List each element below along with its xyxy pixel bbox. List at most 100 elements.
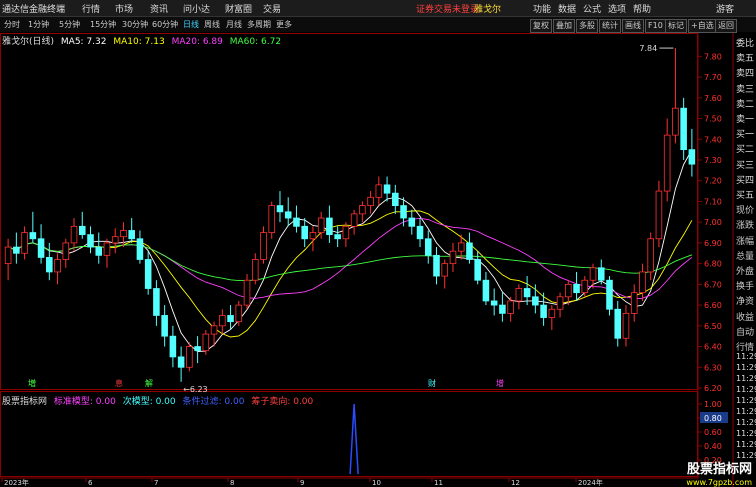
menu-news[interactable]: 资讯: [150, 2, 168, 15]
candle-body: [136, 238, 144, 260]
ind-b: 次模型: 0.00: [122, 397, 176, 407]
candle-body: [284, 211, 292, 219]
menu-options[interactable]: 选项: [608, 2, 626, 15]
tf-daily[interactable]: 日线: [183, 19, 199, 30]
tf-weekly[interactable]: 周线: [204, 19, 220, 30]
menu-help[interactable]: 帮助: [633, 2, 651, 15]
orderbook-label: 自动: [736, 327, 755, 338]
multi-stock-button[interactable]: 多股: [576, 19, 598, 33]
legend-stock: 雅戈尔(日线): [2, 37, 55, 47]
tf-1m[interactable]: 1分钟: [28, 19, 49, 30]
tf-30m[interactable]: 30分钟: [122, 19, 148, 30]
legend-ma10: MA10: 7.13: [113, 37, 165, 47]
candle-body: [350, 213, 358, 227]
ind-y-tick-label: 1.00: [704, 400, 722, 409]
y-tick-label: 6.50: [704, 322, 722, 331]
tf-more[interactable]: 更多: [276, 19, 292, 30]
y-tick-label: 7.60: [704, 94, 722, 103]
candle-body: [474, 259, 481, 281]
orderbook-label: 买五: [736, 191, 755, 201]
tf-monthly[interactable]: 月线: [226, 19, 242, 30]
x-tick-label: 2024年: [578, 478, 603, 487]
candle-body: [120, 230, 127, 238]
indicator-spike: [349, 403, 359, 475]
candle-body: [540, 304, 547, 318]
candle-body: [573, 283, 580, 294]
candle-body: [630, 292, 638, 314]
y-tick-label: 7.30: [704, 156, 722, 165]
y-tick-label: 6.20: [704, 384, 722, 393]
legend-ma60: MA60: 6.72: [229, 37, 282, 47]
add-watchlist-button[interactable]: +自选: [688, 19, 717, 33]
candle-body: [424, 238, 432, 256]
candle-body: [95, 246, 103, 256]
legend-ma5: MA5: 7.32: [60, 37, 107, 47]
candle-body: [317, 217, 325, 233]
back-button[interactable]: 返回: [715, 19, 737, 33]
orderbook-label: 净资: [736, 297, 755, 308]
candle-body: [548, 308, 556, 318]
candle-body: [227, 315, 234, 323]
menu-trade[interactable]: 交易: [263, 2, 281, 15]
orderbook-label: 卖五: [736, 54, 755, 65]
orderbook-label: 卖一: [736, 115, 755, 125]
user-label[interactable]: 游客: [716, 2, 734, 15]
menu-wealth[interactable]: 财富圈: [225, 2, 252, 15]
main-pane-frame: [0, 33, 698, 390]
candle-body: [680, 107, 687, 151]
orderbook-label: 买一: [736, 130, 755, 141]
candle-body: [581, 279, 589, 294]
candle-body: [326, 217, 333, 236]
stats-button[interactable]: 统计: [599, 19, 621, 33]
ind-y-tick-label: 0.40: [704, 442, 722, 451]
y-tick-label: 7.20: [704, 177, 722, 186]
f10-button[interactable]: F10: [645, 19, 666, 33]
fuquan-button[interactable]: 复权: [530, 19, 552, 33]
orderbook-label: 换手: [736, 282, 755, 293]
x-tick-label: 10: [372, 479, 381, 487]
tf-multi[interactable]: 多周期: [247, 19, 271, 30]
ind-y-tick-label: 0.60: [704, 428, 722, 437]
candle-body: [103, 242, 111, 256]
candle-body: [111, 236, 119, 244]
tf-tick[interactable]: 分时: [4, 19, 20, 30]
y-tick-label: 6.70: [704, 280, 722, 289]
menu-function[interactable]: 功能: [533, 2, 551, 15]
time-label: 11:29: [736, 396, 756, 405]
candle-body: [268, 205, 276, 233]
draw-button[interactable]: 画线: [622, 19, 644, 33]
candle-body: [466, 242, 473, 260]
candle-body: [433, 254, 440, 277]
candle-body: [301, 225, 308, 240]
y-tick-label: 7.80: [704, 52, 722, 61]
tf-5m[interactable]: 5分钟: [59, 19, 80, 30]
menu-wenxiaoda[interactable]: 问小达: [183, 2, 210, 15]
ma60-line: [7, 242, 693, 282]
orderbook-label: 收益: [736, 312, 755, 323]
candle-body: [523, 288, 531, 298]
tf-15m[interactable]: 15分钟: [90, 19, 116, 30]
candle-body: [194, 346, 201, 352]
ma10-line: [7, 210, 693, 338]
candle-body: [202, 333, 210, 352]
ind-a: 标准模型: 0.00: [53, 397, 116, 407]
candle-body: [672, 107, 679, 136]
y-tick-label: 6.80: [704, 260, 722, 269]
menu-formula[interactable]: 公式: [583, 2, 601, 15]
tf-60m[interactable]: 60分钟: [152, 19, 178, 30]
y-tick-label: 7.50: [704, 115, 722, 124]
menu-market[interactable]: 市场: [115, 2, 133, 15]
main-legend: 雅戈尔(日线) MA5: 7.32 MA10: 7.13 MA20: 6.89 …: [2, 34, 281, 47]
candle-body: [375, 184, 383, 198]
menu-data[interactable]: 数据: [558, 2, 576, 15]
candle-body: [457, 242, 465, 252]
candle-body: [556, 296, 564, 310]
orderbook-label: 现价: [736, 206, 755, 217]
orderbook-label: 买四: [736, 175, 755, 186]
mark-button[interactable]: 标记: [665, 19, 687, 33]
event-marker: 增: [496, 378, 504, 388]
overlay-button[interactable]: 叠加: [553, 19, 575, 33]
menu-quotes[interactable]: 行情: [82, 2, 100, 15]
login-notice[interactable]: 证券交易未登录: [416, 2, 479, 15]
time-label: 11:29: [736, 363, 756, 372]
